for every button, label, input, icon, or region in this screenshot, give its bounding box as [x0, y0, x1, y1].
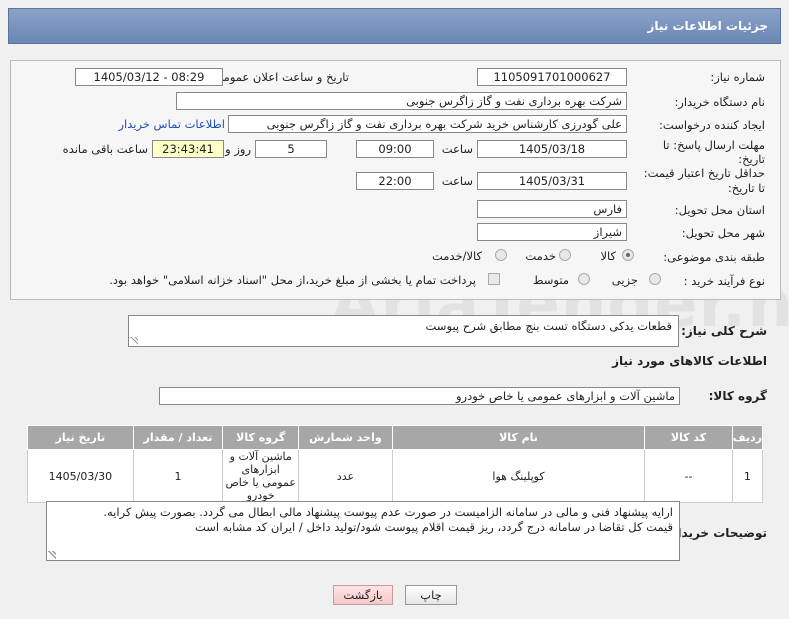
- cell-group: ماشین آلات و ابزارهای عمومی یا خاص خودرو: [222, 449, 300, 503]
- goods-group-label: گروه کالا:: [708, 389, 767, 403]
- province-label: استان محل تحویل:: [674, 203, 765, 217]
- days-remaining-field: 5: [255, 140, 327, 158]
- page-header: جزئیات اطلاعات نیاز: [8, 8, 781, 44]
- col-row-number: ردیف: [731, 425, 764, 450]
- process-option-minor: جزیی: [611, 273, 638, 287]
- summary-textarea[interactable]: قطعات یدکی دستگاه تست بنچ مطابق شرح پیوس…: [128, 315, 679, 347]
- buyer-notes-line-1: ارایه پیشنهاد فنی و مالی در سامانه الزام…: [103, 505, 673, 519]
- deadline-date-field: 1405/03/18: [477, 140, 627, 158]
- buyer-org-field: شرکت بهره برداری نفت و گاز زاگرس جنوبی: [176, 92, 627, 110]
- buyer-notes-label: توضیحات خریدار:: [665, 526, 767, 540]
- col-need-date: تاریخ نیاز: [27, 425, 134, 450]
- process-radio-medium[interactable]: [578, 273, 590, 285]
- buyer-notes-line-2: قیمت کل تقاضا در سامانه درج گردد، ریز قی…: [194, 520, 673, 534]
- process-label: نوع فرآیند خرید :: [683, 274, 765, 288]
- city-label: شهر محل تحویل:: [681, 226, 765, 240]
- table-header-row: ردیف کد کالا نام کالا واحد شمارش گروه کا…: [27, 425, 764, 450]
- goods-section-title: اطلاعات کالاهای مورد نیاز: [612, 354, 767, 368]
- print-button[interactable]: چاپ: [405, 585, 457, 605]
- deadline-time-label: ساعت: [441, 142, 473, 156]
- cell-item-code: --: [644, 449, 733, 503]
- cell-need-date: 1405/03/30: [27, 449, 134, 503]
- time-remaining-label: ساعت باقی مانده: [62, 142, 148, 156]
- cell-item-name: کوپلینگ هوا: [391, 449, 646, 503]
- category-radio-service[interactable]: [559, 249, 571, 261]
- process-option-medium: متوسط: [532, 273, 569, 287]
- buyer-org-label: نام دستگاه خریدار:: [674, 95, 765, 109]
- col-group: گروه کالا: [222, 425, 300, 450]
- summary-text: قطعات یدکی دستگاه تست بنچ مطابق شرح پیوس…: [425, 319, 672, 333]
- category-radio-goods[interactable]: [622, 249, 634, 261]
- goods-group-field: ماشین آلات و ابزارهای عمومی یا خاص خودرو: [159, 387, 680, 405]
- need-number-field: 1105091701000627: [477, 68, 627, 86]
- table-row: 1 -- کوپلینگ هوا عدد ماشین آلات و ابزاره…: [27, 449, 764, 503]
- category-option-goods-service: کالا/خدمت: [431, 249, 482, 263]
- deadline-label-date: تاریخ:: [738, 152, 765, 166]
- category-label: طبقه بندی موضوعی:: [663, 250, 765, 264]
- col-unit: واحد شمارش: [298, 425, 393, 450]
- col-quantity: تعداد / مقدار: [132, 425, 224, 450]
- validity-label-date: تا تاریخ:: [727, 181, 765, 195]
- cell-unit: عدد: [298, 449, 393, 503]
- announce-label: تاریخ و ساعت اعلان عمومی:: [210, 70, 349, 84]
- days-label: روز و: [225, 142, 251, 156]
- resize-grip-icon[interactable]: [48, 551, 56, 559]
- cell-row-number: 1: [731, 449, 764, 503]
- announce-field: 1405/03/12 - 08:29: [75, 68, 223, 86]
- city-field: شیراز: [477, 223, 627, 241]
- cell-quantity: 1: [132, 449, 224, 503]
- col-item-name: نام کالا: [391, 425, 646, 450]
- goods-table: ردیف کد کالا نام کالا واحد شمارش گروه کا…: [27, 425, 764, 503]
- resize-grip-icon[interactable]: [130, 337, 138, 345]
- deadline-label: مهلت ارسال پاسخ: تا: [662, 138, 765, 152]
- treasury-checkbox[interactable]: [488, 273, 500, 285]
- requester-label: ایجاد کننده درخواست:: [659, 118, 765, 132]
- category-radio-goods-service[interactable]: [495, 249, 507, 261]
- validity-label: حداقل تاریخ اعتبار قیمت:: [643, 166, 765, 180]
- time-remaining-field: 23:43:41: [152, 140, 224, 158]
- requester-field: علی گودرزی کارشناس خرید شرکت بهره برداری…: [228, 115, 627, 133]
- back-button[interactable]: بازگشت: [333, 585, 393, 605]
- province-field: فارس: [477, 200, 627, 218]
- validity-date-field: 1405/03/31: [477, 172, 627, 190]
- payment-note: پرداخت تمام یا بخشی از مبلغ خرید،از محل …: [109, 273, 476, 287]
- page-title: جزئیات اطلاعات نیاز: [647, 19, 768, 33]
- validity-time-label: ساعت: [441, 174, 473, 188]
- need-number-label: شماره نیاز:: [710, 70, 765, 84]
- buyer-notes-textarea[interactable]: ارایه پیشنهاد فنی و مالی در سامانه الزام…: [46, 501, 680, 561]
- validity-time-field: 22:00: [356, 172, 434, 190]
- category-option-goods: کالا: [600, 249, 616, 263]
- buyer-contact-link[interactable]: اطلاعات تماس خریدار: [118, 117, 225, 131]
- deadline-time-field: 09:00: [356, 140, 434, 158]
- category-option-service: خدمت: [525, 249, 556, 263]
- process-radio-minor[interactable]: [649, 273, 661, 285]
- summary-label: شرح کلی نیاز:: [681, 324, 767, 338]
- col-item-code: کد کالا: [644, 425, 733, 450]
